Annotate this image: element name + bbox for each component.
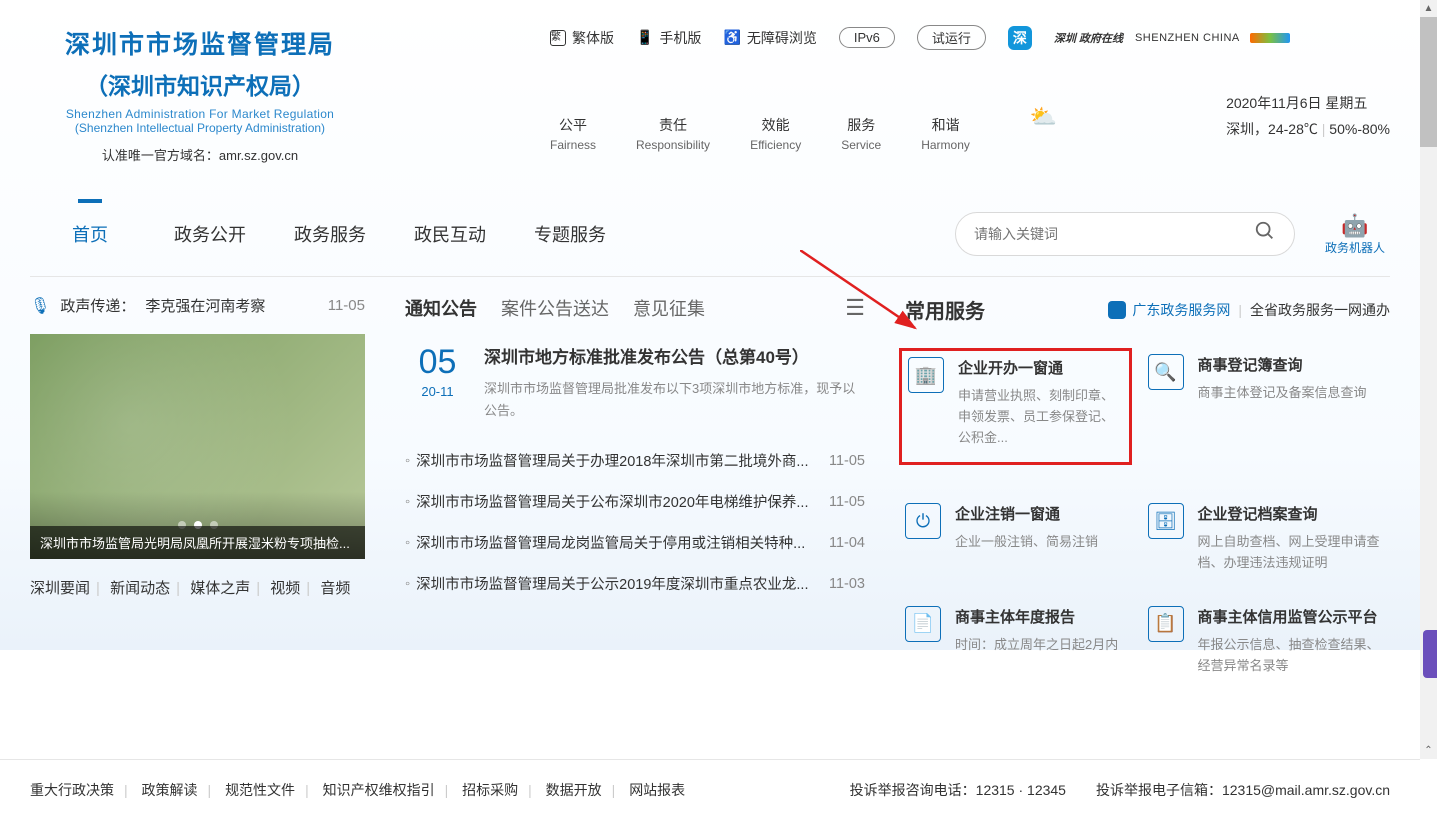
featured-announcement[interactable]: 05 20-11 深圳市地方标准批准发布公告（总第40号） 深圳市市场监督管理局…: [405, 343, 865, 422]
province-one-stop-link[interactable]: 全省政务服务一网通办: [1250, 300, 1390, 320]
search-box[interactable]: [955, 212, 1295, 256]
trial-badge[interactable]: 试运行: [917, 25, 986, 50]
footer-link[interactable]: 规范性文件: [225, 782, 295, 798]
shenzhen-portal-logo[interactable]: 深圳 政府在线 SHENZHEN CHINA: [1054, 30, 1290, 46]
site-title: 深圳市市场监督管理局: [30, 25, 370, 61]
nav-separator: [30, 276, 1390, 277]
list-item[interactable]: 深圳市市场监督管理局关于公布深圳市2020年电梯维护保养...11-05: [405, 481, 865, 522]
guangdong-portal-link[interactable]: 广东政务服务网: [1108, 300, 1230, 320]
nav-home[interactable]: 首页: [30, 221, 150, 247]
weather-icon: ⛅: [1030, 104, 1064, 128]
footer-links: 重大行政决策| 政策解读| 规范性文件| 知识产权维权指引| 招标采购| 数据开…: [30, 780, 685, 800]
annotation-arrow-icon: [800, 250, 930, 340]
document-search-icon: 🔍: [1148, 354, 1184, 390]
link-video[interactable]: 视频: [270, 580, 300, 597]
power-icon: ⏻: [905, 503, 941, 539]
scroll-up-button[interactable]: ▲: [1420, 0, 1437, 17]
services-grid: 🏢 企业开办一窗通 申请营业执照、刻制印章、申领发票、员工参保登记、公积金...…: [905, 344, 1390, 699]
news-carousel[interactable]: 深圳市市场监管局光明局凤凰所开展湿米粉专项抽检...: [30, 334, 365, 559]
complaint-phone: 投诉举报咨询电话：12315 · 12345: [850, 780, 1066, 800]
service-card-credit-platform[interactable]: 📋 商事主体信用监管公示平台年报公示信息、抽查检查结果、经营异常名录等: [1148, 596, 1391, 699]
link-media-voice[interactable]: 媒体之声: [190, 580, 250, 597]
list-item[interactable]: 深圳市市场监督管理局龙岗监管局关于停用或注销相关特种...11-04: [405, 522, 865, 563]
nav-topic-service[interactable]: 专题服务: [510, 221, 630, 247]
accessible-link[interactable]: ♿无障碍浏览: [723, 28, 816, 48]
feature-title: 深圳市地方标准批准发布公告（总第40号）: [484, 343, 865, 368]
list-item[interactable]: 深圳市市场监督管理局关于公示2019年度深圳市重点农业龙...11-03: [405, 563, 865, 604]
announcement-list: 深圳市市场监督管理局关于办理2018年深圳市第二批境外商...11-05 深圳市…: [405, 440, 865, 604]
tab-opinion[interactable]: 意见征集: [633, 295, 705, 321]
ipv6-badge[interactable]: IPv6: [839, 27, 895, 48]
service-card-enterprise-cancel[interactable]: ⏻ 企业注销一窗通企业一般注销、简易注销: [905, 493, 1148, 596]
traditional-link[interactable]: 繁繁体版: [550, 28, 614, 48]
rainbow-swoosh-icon: [1250, 33, 1290, 43]
tab-notice[interactable]: 通知公告: [405, 295, 477, 321]
news-category-links: 深圳要闻| 新闻动态| 媒体之声| 视频| 音频: [30, 577, 365, 598]
footer-link[interactable]: 重大行政决策: [30, 782, 114, 798]
mobile-link[interactable]: 📱手机版: [636, 28, 701, 48]
link-news-trends[interactable]: 新闻动态: [110, 580, 170, 597]
date-weather: 2020年11月6日 星期五 深圳，24-28℃ | 50%-80%: [1226, 93, 1390, 139]
building-icon: 🏢: [908, 357, 944, 393]
core-values: 公平Fairness 责任Responsibility 效能Efficiency…: [550, 115, 970, 152]
link-sz-news[interactable]: 深圳要闻: [30, 580, 90, 597]
site-logo-block: 深圳市市场监督管理局 （深圳市知识产权局） Shenzhen Administr…: [30, 25, 370, 164]
main-nav: 首页 政务公开 政务服务 政民互动 专题服务 🤖 政务机器人: [30, 204, 1390, 264]
official-domain: 认准唯一官方域名：amr.sz.gov.cn: [30, 145, 370, 164]
footer-link[interactable]: 知识产权维权指引: [323, 782, 435, 798]
search-input[interactable]: [974, 226, 1254, 242]
list-item[interactable]: 深圳市市场监督管理局关于办理2018年深圳市第二批境外商...11-05: [405, 440, 865, 481]
shenzhen-portal-icon[interactable]: 深: [1008, 26, 1032, 50]
feature-desc: 深圳市市场监督管理局批准发布以下3项深圳市地方标准，现予以公告。: [484, 378, 865, 422]
robot-icon: 🤖: [1320, 213, 1390, 239]
gov-robot[interactable]: 🤖 政务机器人: [1320, 213, 1390, 256]
footer-link[interactable]: 网站报表: [629, 782, 685, 798]
site-subtitle: （深圳市知识产权局）: [30, 67, 370, 101]
feature-date: 05 20-11: [405, 343, 470, 422]
footer-link[interactable]: 政策解读: [142, 782, 198, 798]
tab-case-delivery[interactable]: 案件公告送达: [501, 295, 609, 321]
complaint-mail: 投诉举报电子信箱：12315@mail.amr.sz.gov.cn: [1096, 780, 1390, 800]
top-utility-links: 繁繁体版 📱手机版 ♿无障碍浏览 IPv6 试运行 深 深圳 政府在线 SHEN…: [550, 25, 1390, 50]
scroll-down-button[interactable]: ⌃: [1420, 742, 1437, 759]
carousel-caption: 深圳市市场监管局光明局凤凰所开展湿米粉专项抽检...: [30, 526, 365, 559]
service-card-enterprise-open[interactable]: 🏢 企业开办一窗通 申请营业执照、刻制印章、申领发票、员工参保登记、公积金...: [905, 344, 1148, 493]
search-icon[interactable]: [1254, 220, 1276, 248]
annotation-highlight-box: 🏢 企业开办一窗通 申请营业执照、刻制印章、申领发票、员工参保登记、公积金...: [899, 348, 1132, 465]
voice-broadcast[interactable]: 🎙 政声传递： 李克强在河南考察 11-05: [30, 295, 365, 316]
scrollbar-thumb[interactable]: [1420, 17, 1437, 147]
nav-gov-open[interactable]: 政务公开: [150, 221, 270, 247]
common-services-heading: 常用服务 广东政务服务网 | 全省政务服务一网通办: [905, 295, 1390, 324]
site-title-en1: Shenzhen Administration For Market Regul…: [30, 107, 370, 121]
mobile-icon: 📱: [636, 29, 653, 46]
announcement-tabs: 通知公告 案件公告送达 意见征集 ☰: [405, 295, 865, 321]
site-title-en2: (Shenzhen Intellectual Property Administ…: [30, 121, 370, 135]
microphone-icon: 🎙: [30, 296, 50, 316]
service-card-biz-register-query[interactable]: 🔍 商事登记簿查询商事主体登记及备案信息查询: [1148, 344, 1391, 493]
footer-link[interactable]: 招标采购: [462, 782, 518, 798]
archive-icon: 🗄: [1148, 503, 1184, 539]
service-card-archive-query[interactable]: 🗄 企业登记档案查询网上自助查档、网上受理申请查档、办理违法违规证明: [1148, 493, 1391, 596]
nav-interaction[interactable]: 政民互动: [390, 221, 510, 247]
nav-gov-service[interactable]: 政务服务: [270, 221, 390, 247]
flower-icon: [1108, 301, 1126, 319]
credit-icon: 📋: [1148, 606, 1184, 642]
footer: 重大行政决策| 政策解读| 规范性文件| 知识产权维权指引| 招标采购| 数据开…: [0, 759, 1420, 840]
traditional-icon: 繁: [550, 30, 566, 46]
side-widget-tab[interactable]: [1423, 630, 1437, 678]
accessible-icon: ♿: [723, 29, 740, 46]
service-card-annual-report[interactable]: 📄 商事主体年度报告时间：成立周年之日起2月内: [905, 596, 1148, 699]
report-icon: 📄: [905, 606, 941, 642]
link-audio[interactable]: 音频: [320, 580, 350, 597]
footer-link[interactable]: 数据开放: [546, 782, 602, 798]
